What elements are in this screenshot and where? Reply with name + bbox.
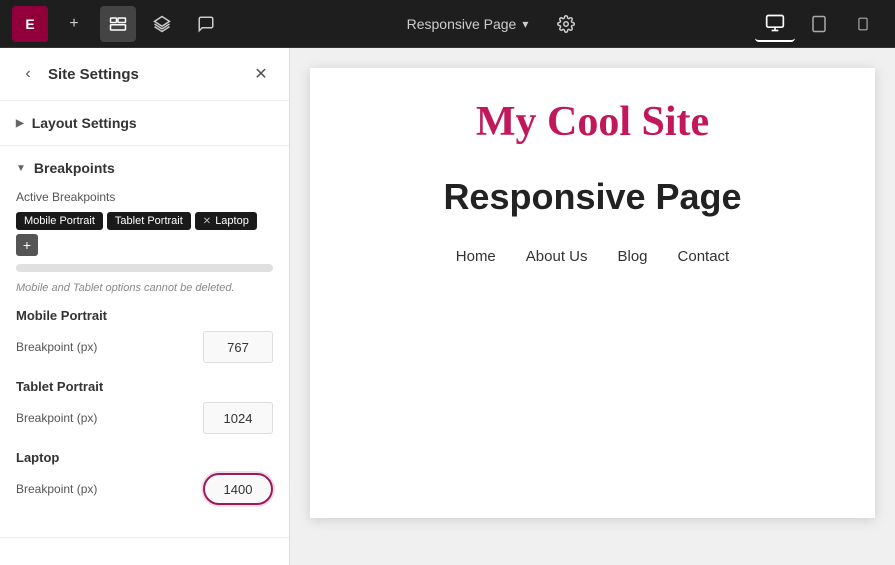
bp-tag-laptop-label: Laptop xyxy=(215,215,249,227)
toolbar-center: Responsive Page ▾ xyxy=(224,6,755,42)
layout-settings-section: ▶ Layout Settings xyxy=(0,101,289,146)
breakpoint-preview-bar xyxy=(16,264,273,272)
top-toolbar: E + Responsive Page ▾ xyxy=(0,0,895,48)
nav-item-contact[interactable]: Contact xyxy=(678,248,730,265)
mobile-device-btn[interactable] xyxy=(843,6,883,42)
nav-item-home[interactable]: Home xyxy=(456,248,496,265)
gear-icon xyxy=(557,15,575,33)
page-heading: Responsive Page xyxy=(443,176,741,218)
tablet-portrait-field-row: Breakpoint (px) xyxy=(16,402,273,434)
sidebar-content: ▶ Layout Settings ▼ Breakpoints Active B… xyxy=(0,101,289,565)
nav-menu: Home About Us Blog Contact xyxy=(456,248,729,265)
mobile-portrait-field-row: Breakpoint (px) xyxy=(16,331,273,363)
bp-tag-mobile-label: Mobile Portrait xyxy=(24,215,95,227)
layout-settings-label: Layout Settings xyxy=(32,115,137,131)
bp-tag-tablet[interactable]: Tablet Portrait xyxy=(107,212,191,230)
page-name-btn[interactable]: Responsive Page ▾ xyxy=(395,10,541,38)
page-canvas: My Cool Site Responsive Page Home About … xyxy=(310,68,875,518)
bp-tag-tablet-label: Tablet Portrait xyxy=(115,215,183,227)
toolbar-right xyxy=(755,6,883,42)
breakpoints-header[interactable]: ▼ Breakpoints xyxy=(0,146,289,190)
laptop-input[interactable] xyxy=(203,473,273,505)
breakpoints-content: Active Breakpoints Mobile Portrait Table… xyxy=(0,190,289,537)
logo-label: E xyxy=(25,16,34,32)
desktop-icon xyxy=(765,13,785,33)
mobile-portrait-title: Mobile Portrait xyxy=(16,308,273,323)
bp-tag-mobile[interactable]: Mobile Portrait xyxy=(16,212,103,230)
canvas-area: My Cool Site Responsive Page Home About … xyxy=(290,48,895,565)
tablet-portrait-title: Tablet Portrait xyxy=(16,379,273,394)
mobile-portrait-field-label: Breakpoint (px) xyxy=(16,340,97,354)
responsive-mode-btn[interactable] xyxy=(100,6,136,42)
tablet-portrait-input[interactable] xyxy=(203,402,273,434)
comments-btn[interactable] xyxy=(188,6,224,42)
toolbar-left: E + xyxy=(12,6,224,42)
breakpoints-arrow: ▼ xyxy=(16,163,26,174)
settings-btn[interactable] xyxy=(548,6,584,42)
add-element-btn[interactable]: + xyxy=(56,6,92,42)
nav-item-about[interactable]: About Us xyxy=(526,248,588,265)
site-title: My Cool Site xyxy=(476,98,709,146)
sidebar-header-left: ‹ Site Settings xyxy=(16,62,139,86)
breakpoints-section: ▼ Breakpoints Active Breakpoints Mobile … xyxy=(0,146,289,538)
breakpoint-tags: Mobile Portrait Tablet Portrait ✕ Laptop… xyxy=(16,212,273,256)
tablet-portrait-field-label: Breakpoint (px) xyxy=(16,411,97,425)
close-icon: ✕ xyxy=(254,64,267,84)
main-layout: ‹ Site Settings ✕ ▶ Layout Settings ▼ Br… xyxy=(0,48,895,565)
sidebar-title: Site Settings xyxy=(48,66,139,83)
tablet-icon xyxy=(810,14,828,34)
bp-tag-laptop-x-icon: ✕ xyxy=(203,216,211,227)
mobile-portrait-input[interactable] xyxy=(203,331,273,363)
comments-icon xyxy=(197,15,215,33)
breakpoints-label: Breakpoints xyxy=(34,160,115,176)
sidebar: ‹ Site Settings ✕ ▶ Layout Settings ▼ Br… xyxy=(0,48,290,565)
add-breakpoint-btn[interactable]: + xyxy=(16,234,38,256)
mobile-portrait-group: Mobile Portrait Breakpoint (px) xyxy=(16,308,273,363)
laptop-title: Laptop xyxy=(16,450,273,465)
sidebar-header: ‹ Site Settings ✕ xyxy=(0,48,289,101)
laptop-field-label: Breakpoint (px) xyxy=(16,482,97,496)
layout-settings-header[interactable]: ▶ Layout Settings xyxy=(0,101,289,145)
close-btn[interactable]: ✕ xyxy=(249,62,273,86)
laptop-field-row: Breakpoint (px) xyxy=(16,473,273,505)
laptop-group: Laptop Breakpoint (px) xyxy=(16,450,273,505)
responsive-icon xyxy=(109,15,127,33)
add-icon: + xyxy=(69,15,78,33)
breakpoint-warning: Mobile and Tablet options cannot be dele… xyxy=(16,282,273,294)
layout-settings-arrow: ▶ xyxy=(16,118,24,129)
mobile-icon xyxy=(856,14,870,34)
tablet-device-btn[interactable] xyxy=(799,6,839,42)
page-name-label: Responsive Page xyxy=(407,16,517,32)
desktop-device-btn[interactable] xyxy=(755,6,795,42)
layers-icon xyxy=(153,15,171,33)
chevron-down-icon: ▾ xyxy=(522,17,528,31)
nav-item-blog[interactable]: Blog xyxy=(617,248,647,265)
elementor-logo-btn[interactable]: E xyxy=(12,6,48,42)
layers-btn[interactable] xyxy=(144,6,180,42)
tablet-portrait-group: Tablet Portrait Breakpoint (px) xyxy=(16,379,273,434)
back-btn[interactable]: ‹ xyxy=(16,62,40,86)
active-breakpoints-label: Active Breakpoints xyxy=(16,190,273,204)
bp-tag-laptop[interactable]: ✕ Laptop xyxy=(195,212,257,230)
